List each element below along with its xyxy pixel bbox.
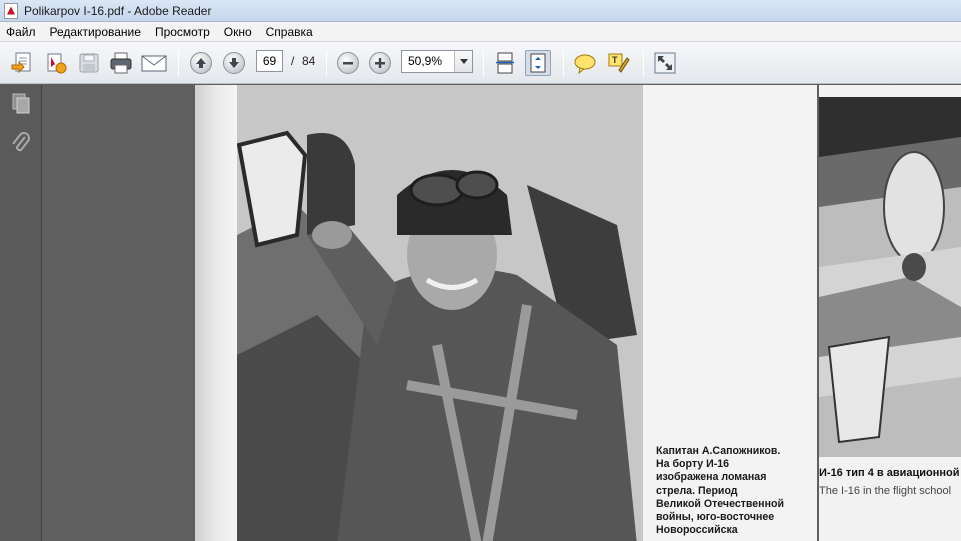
chevron-down-icon: [459, 58, 468, 64]
toolbar-separator: [643, 50, 644, 76]
save-icon: [79, 53, 99, 73]
page-thumbnails-icon: [12, 93, 30, 114]
caption-line: изображена ломаная: [656, 471, 767, 484]
attachments-button[interactable]: [9, 131, 33, 155]
photo-caption: Капитан А.Сапожников. На борту И-16 изоб…: [656, 445, 806, 537]
fit-page-icon: [530, 53, 546, 73]
aircraft-caption-ru: И-16 тип 4 в авиационной: [819, 467, 960, 479]
next-page-icon: [223, 52, 245, 74]
pdf-page-70: И-16 тип 4 в авиационной The I-16 in the…: [819, 85, 961, 541]
zoom-in-button[interactable]: [367, 50, 393, 76]
print-button[interactable]: [108, 50, 134, 76]
zoom-out-icon: [337, 52, 359, 74]
aircraft-photo-image: [819, 97, 961, 457]
page-number-input[interactable]: 69: [256, 50, 283, 72]
window-title: Polikarpov I-16.pdf - Adobe Reader: [24, 3, 212, 18]
paperclip-icon: [12, 132, 30, 152]
menu-file[interactable]: Файл: [0, 25, 43, 39]
create-pdf-button[interactable]: [9, 50, 35, 76]
toolbar-separator: [483, 50, 484, 76]
pdf-page-69: Капитан А.Сапожников. На борту И-16 изоб…: [195, 85, 817, 541]
email-icon: [141, 55, 167, 72]
caption-line: войны, юго-восточнее: [656, 511, 775, 524]
previous-page-icon: [190, 52, 212, 74]
caption-line: На борту И-16: [656, 458, 730, 471]
aircraft-photo: [819, 97, 961, 457]
zoom-dropdown-button[interactable]: [454, 51, 472, 72]
aircraft-caption-en: The I-16 in the flight school: [819, 485, 952, 497]
title-bar: Polikarpov I-16.pdf - Adobe Reader: [0, 0, 961, 22]
sticky-note-icon: [574, 54, 596, 74]
toolbar: T: [0, 42, 961, 84]
page-thumbnails-button[interactable]: [9, 91, 33, 115]
combine-pdf-button[interactable]: [43, 50, 69, 76]
caption-line: Капитан А.Сапожников.: [656, 445, 781, 457]
toolbar-separator: [178, 50, 179, 76]
email-button[interactable]: [141, 50, 167, 76]
caption-line: Новороссийска: [656, 524, 738, 537]
scrolling-mode-button[interactable]: [492, 50, 518, 76]
caption-line: стрела. Период: [656, 484, 738, 497]
menu-view[interactable]: Просмотр: [148, 25, 217, 39]
toolbar-separator: [326, 50, 327, 76]
save-button[interactable]: [76, 50, 102, 76]
page-total: 84: [302, 54, 316, 68]
svg-text:T: T: [612, 55, 618, 65]
menu-window[interactable]: Окно: [217, 25, 259, 39]
highlight-icon: T: [608, 53, 630, 73]
pilot-photo: [237, 85, 643, 541]
full-screen-icon: [654, 52, 676, 74]
full-screen-button[interactable]: [652, 50, 678, 76]
menu-help[interactable]: Справка: [259, 25, 320, 39]
caption-line: Великой Отечественной: [656, 497, 784, 510]
create-pdf-icon: [11, 52, 31, 74]
combine-pdf-icon: [47, 53, 67, 74]
fit-page-button[interactable]: [525, 50, 551, 76]
zoom-value[interactable]: 50,9%: [402, 51, 454, 72]
highlight-button[interactable]: T: [606, 50, 632, 76]
zoom-out-button[interactable]: [335, 50, 361, 76]
toolbar-separator: [563, 50, 564, 76]
document-viewport[interactable]: Капитан А.Сапожников. На борту И-16 изоб…: [43, 85, 961, 541]
navigation-panel: [0, 85, 42, 541]
page-separator: /: [291, 54, 295, 68]
scrolling-mode-icon: [496, 52, 514, 74]
pdf-app-icon: [4, 2, 18, 19]
print-icon: [110, 52, 132, 74]
previous-page-button[interactable]: [188, 50, 214, 76]
menu-bar: Файл Редактирование Просмотр Окно Справк…: [0, 22, 961, 42]
next-page-button[interactable]: [221, 50, 247, 76]
pilot-photo-image: [237, 85, 643, 541]
add-comment-button[interactable]: [572, 50, 598, 76]
zoom-select[interactable]: 50,9%: [401, 50, 473, 73]
zoom-in-icon: [369, 52, 391, 74]
menu-edit[interactable]: Редактирование: [43, 25, 148, 39]
